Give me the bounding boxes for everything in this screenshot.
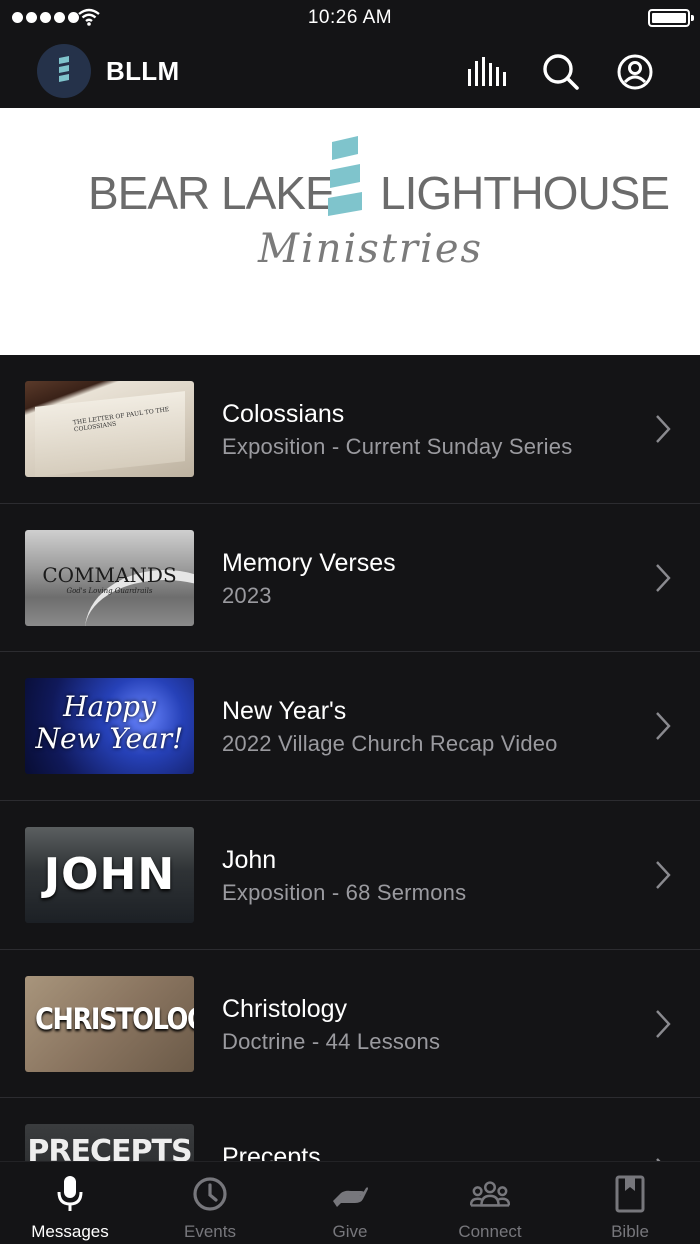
- series-thumbnail: CHRISTOLOGY: [25, 975, 194, 1072]
- banner-text-left: BEAR LAKE: [88, 167, 336, 219]
- chevron-right-icon: [656, 1009, 671, 1038]
- list-item[interactable]: THE LETTER OF PAUL TO THE COLOSSIANS Col…: [0, 355, 700, 504]
- list-item[interactable]: JOHN John Exposition - 68 Sermons: [0, 801, 700, 950]
- series-thumbnail: Happy New Year!: [25, 678, 194, 775]
- series-list: THE LETTER OF PAUL TO THE COLOSSIANS Col…: [0, 355, 700, 1161]
- series-title: Colossians: [222, 400, 345, 428]
- lighthouse-icon: [59, 56, 69, 82]
- series-subtitle: Exposition - Current Sunday Series: [222, 434, 573, 459]
- tab-events[interactable]: Events: [140, 1162, 280, 1244]
- lighthouse-logo-icon: [328, 136, 362, 216]
- chevron-right-icon: [656, 415, 671, 443]
- equalizer-icon: [468, 57, 506, 86]
- tab-give[interactable]: Give: [280, 1162, 420, 1244]
- banner-text-right: LIGHTHOUSE: [380, 167, 670, 219]
- series-thumbnail: JOHN: [25, 827, 194, 924]
- book-icon: [615, 1175, 645, 1213]
- tab-bar: Messages Events Give Connect Bible: [0, 1161, 700, 1244]
- list-item[interactable]: PRECEPTS Precepts: [0, 1098, 700, 1161]
- battery-icon: [648, 9, 694, 27]
- status-time: 10:26 AM: [307, 7, 393, 28]
- app-title: BLLM: [106, 56, 180, 86]
- hand-icon: [333, 1187, 368, 1207]
- series-thumbnail: PRECEPTS: [25, 1124, 194, 1161]
- tab-connect[interactable]: Connect: [420, 1162, 560, 1244]
- series-title: New Year's: [222, 697, 347, 726]
- microphone-icon: [57, 1176, 83, 1211]
- status-bar: 10:26 AM: [0, 0, 700, 36]
- list-item[interactable]: CHRISTOLOGY Christology Doctrine - 44 Le…: [0, 950, 700, 1099]
- series-title: John: [222, 846, 277, 875]
- account-icon: [617, 54, 653, 90]
- series-subtitle: Exposition - 68 Sermons: [222, 880, 467, 906]
- list-item[interactable]: COMMANDS God's Loving Guardrails Memory …: [0, 504, 700, 653]
- list-item[interactable]: Happy New Year! New Year's 2022 Village …: [0, 652, 700, 802]
- people-icon: [470, 1181, 510, 1207]
- app-logo[interactable]: [37, 44, 91, 98]
- series-subtitle: Doctrine - 44 Lessons: [222, 1028, 441, 1054]
- app-header: BLLM: [0, 36, 700, 108]
- series-title: Christology: [222, 994, 348, 1023]
- account-button[interactable]: [615, 52, 655, 92]
- series-thumbnail: THE LETTER OF PAUL TO THE COLOSSIANS: [25, 381, 194, 477]
- tab-messages[interactable]: Messages: [0, 1162, 140, 1244]
- series-subtitle: 2023: [222, 582, 272, 608]
- clock-icon: [193, 1177, 227, 1211]
- series-subtitle: 2022 Village Church Recap Video: [222, 731, 558, 757]
- equalizer-button[interactable]: [466, 52, 506, 92]
- banner-script-text: Ministries: [258, 226, 484, 272]
- series-title: Precepts: [222, 1143, 321, 1161]
- search-button[interactable]: [541, 52, 581, 92]
- ministry-banner: BEAR LAKE LIGHTHOUSE Ministries: [0, 108, 700, 355]
- chevron-right-icon: [656, 861, 671, 889]
- series-title: Memory Verses: [222, 548, 396, 577]
- chevron-right-icon: [656, 712, 671, 741]
- series-thumbnail: COMMANDS God's Loving Guardrails: [25, 529, 194, 626]
- tab-bible[interactable]: Bible: [560, 1162, 700, 1244]
- chevron-right-icon: [656, 563, 671, 592]
- search-icon: [543, 54, 579, 90]
